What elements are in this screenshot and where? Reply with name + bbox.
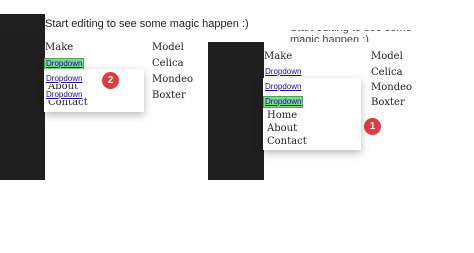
model-cell: Mondeo xyxy=(371,82,413,93)
banner-text: Start editing to see some magic happen :… xyxy=(45,18,249,30)
menu-item-home[interactable]: Home xyxy=(267,110,297,121)
dropdown-link-2[interactable]: Dropdown xyxy=(45,74,84,84)
dropdown-link-1[interactable]: Dropdown xyxy=(264,67,302,77)
dropdown-link-1[interactable]: Dropdown xyxy=(43,58,85,70)
model-cell: Mondeo xyxy=(152,74,194,85)
left-panel xyxy=(0,28,45,180)
model-cell: Celica xyxy=(152,58,184,69)
make-header: Make xyxy=(264,51,293,62)
right-panel xyxy=(208,42,264,180)
dropdown-link-2[interactable]: Dropdown xyxy=(264,82,303,92)
make-header: Make xyxy=(45,42,74,53)
dropdown-link-3[interactable]: Dropdown xyxy=(262,96,304,108)
model-cell: Boxter xyxy=(371,97,405,108)
model-cell: Celica xyxy=(371,67,403,78)
model-cell: Boxter xyxy=(152,90,186,101)
badge-1: 1 xyxy=(364,118,381,135)
dropdown-link-3[interactable]: Dropdown xyxy=(45,90,84,100)
banner-text-clipped: Start editing to see some magic happen :… xyxy=(290,30,412,42)
badge-2: 2 xyxy=(102,72,119,89)
menu-item-contact[interactable]: Contact xyxy=(267,136,307,147)
menu-item-about[interactable]: About xyxy=(267,123,297,134)
model-header: Model xyxy=(371,51,403,62)
model-header: Model xyxy=(152,42,184,53)
